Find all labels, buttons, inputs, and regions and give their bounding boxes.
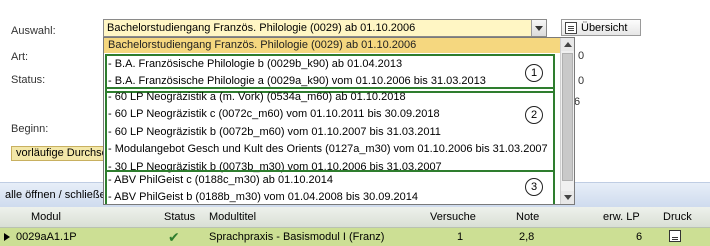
status-label: Status: (11, 74, 46, 86)
column-header-lp[interactable]: erw. LP (603, 211, 640, 223)
column-header-modultitel[interactable]: Modultitel (209, 211, 256, 223)
column-header-versuche[interactable]: Versuche (430, 211, 476, 223)
dropdown-option[interactable]: - Modulangebot Gesch und Kult des Orient… (107, 141, 553, 158)
hidden-value-1: 0 (578, 50, 585, 62)
print-icon[interactable] (669, 230, 681, 242)
dropdown-option[interactable]: - B.A. Französische Philologie b (0029b_… (107, 56, 553, 73)
option-group-3: - ABV PhilGeist c (0188c_m30) ab 01.10.2… (105, 170, 555, 204)
row-versuche: 1 (457, 231, 464, 243)
scroll-down-icon[interactable] (561, 191, 574, 204)
dropdown-option[interactable]: - 60 LP Neogräzistik a (m. Vork) (0534a_… (107, 89, 553, 106)
document-icon (565, 21, 577, 34)
group-marker-3: 3 (525, 178, 543, 196)
hidden-value-2: 0 (578, 75, 585, 87)
expand-collapse-link[interactable]: alle öffnen / schließen (5, 189, 112, 201)
dropdown-option[interactable]: - ABV PhilGeist b (0188b_m30) vom 01.04.… (107, 189, 553, 204)
row-modultitel: Sprachpraxis - Basismodul I (Franz) (209, 231, 385, 243)
art-label: Art: (11, 51, 29, 63)
vorlaeufige-durchschnitt-button[interactable]: vorläufige Durchschnitt (11, 146, 107, 161)
uebersicht-button-label: Übersicht (581, 21, 628, 34)
beginn-label: Beginn: (11, 123, 49, 135)
scrollbar-thumb[interactable] (562, 53, 573, 181)
column-header-status[interactable]: Status (164, 211, 195, 223)
check-icon: ✔ (168, 229, 180, 245)
dropdown-option-selected[interactable]: Bachelorstudiengang Französ. Philologie … (104, 38, 560, 53)
row-lp: 6 (636, 231, 643, 243)
group-marker-1: 1 (525, 64, 543, 82)
dropdown-option[interactable]: - ABV PhilGeist c (0188c_m30) ab 01.10.2… (107, 172, 553, 189)
uebersicht-button[interactable]: Übersicht (561, 19, 641, 36)
dropdown-scrollbar[interactable] (560, 38, 574, 204)
scroll-up-icon[interactable] (561, 38, 574, 51)
option-group-2: - 60 LP Neogräzistik a (m. Vork) (0534a_… (105, 87, 555, 173)
expand-row-icon[interactable] (4, 233, 10, 241)
dropdown-option[interactable]: - 60 LP Neogräzistik c (0072c_m60) vom 0… (107, 106, 553, 123)
row-note: 2,8 (519, 231, 535, 243)
row-modul: 0029aA1.1P (16, 231, 77, 243)
dropdown-option[interactable]: - 60 LP Neogräzistik b (0072b_m60) vom 0… (107, 124, 553, 141)
studiengang-select-value: Bachelorstudiengang Französ. Philologie … (107, 22, 416, 34)
column-header-druck[interactable]: Druck (663, 211, 692, 223)
studiengang-dropdown-list[interactable]: Bachelorstudiengang Französ. Philologie … (103, 37, 575, 205)
auswahl-label: Auswahl: (11, 25, 56, 37)
column-header-modul[interactable]: Modul (31, 211, 61, 223)
column-header-note[interactable]: Note (516, 211, 539, 223)
group-marker-2: 2 (525, 106, 543, 124)
chevron-down-icon[interactable] (531, 20, 546, 36)
